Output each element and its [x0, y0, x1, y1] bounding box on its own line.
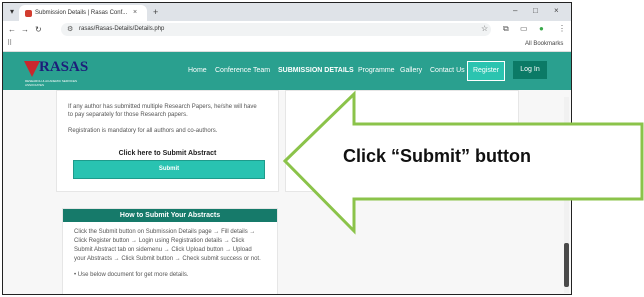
favicon-icon	[25, 10, 32, 17]
tab-title: Submission Details | Rasas Conf...	[35, 10, 127, 16]
registration-note: Registration is mandatory for all author…	[68, 128, 218, 134]
minimize-icon[interactable]: –	[513, 6, 517, 16]
close-window-icon[interactable]: ×	[554, 6, 559, 16]
callout-text: Click “Submit” button	[343, 146, 531, 166]
scrollbar-thumb[interactable]	[564, 243, 569, 287]
payment-note-line-1: If any author has submitted multiple Res…	[68, 104, 257, 110]
address-bar[interactable]: ⚙ rasas/Rasas-Details/Details.php	[61, 23, 491, 36]
all-bookmarks[interactable]: All Bookmarks	[525, 40, 563, 49]
document-note: • Use below document for get more detail…	[74, 272, 189, 278]
tab-list-icon[interactable]: ▾	[7, 7, 17, 17]
site-info-icon[interactable]: ⚙	[67, 25, 73, 34]
nav-gallery[interactable]: Gallery	[400, 66, 422, 76]
step-line-3: Submit Abstract tab on sidemenu → Click …	[74, 247, 252, 253]
scrollbar[interactable]	[564, 97, 569, 293]
forward-icon[interactable]: →	[21, 25, 29, 34]
tab-strip: ▾ Submission Details | Rasas Conf... × +…	[3, 3, 571, 21]
login-button[interactable]: Log In	[513, 61, 547, 79]
step-line-2: Click Register button → Login using Regi…	[74, 238, 245, 244]
nav-home[interactable]: Home	[188, 66, 207, 76]
nav-submission-details[interactable]: SUBMISSION DETAILS	[278, 66, 354, 76]
submit-button[interactable]: Submit	[73, 160, 265, 179]
bookmark-star-icon[interactable]: ☆	[481, 24, 488, 34]
step-line-4: your Abstracts → Click Submit button → C…	[74, 256, 261, 262]
payment-note-line-2: to pay separately for those Research pap…	[68, 112, 188, 118]
nav-contact-us[interactable]: Contact Us	[430, 66, 465, 76]
submit-abstract-heading: Click here to Submit Abstract	[118, 150, 217, 157]
side-card	[285, 90, 519, 192]
nav-programme[interactable]: Programme	[358, 66, 395, 76]
logo-text[interactable]: RASAS	[39, 59, 88, 75]
site-navbar: RASAS RESEARCH & ACADEMIC SERVICES ASSOC…	[3, 52, 571, 90]
menu-icon[interactable]: ⋮	[558, 24, 566, 34]
submission-card: If any author has submitted multiple Res…	[56, 90, 279, 192]
reload-icon[interactable]: ↻	[35, 25, 42, 34]
step-line-1: Click the Submit button on Submission De…	[74, 229, 256, 235]
tab-close-icon[interactable]: ×	[133, 8, 137, 18]
logo-subtitle: RESEARCH & ACADEMIC SERVICES ASSOCIATES	[25, 79, 77, 87]
maximize-icon[interactable]: □	[533, 6, 538, 16]
tab-active[interactable]: Submission Details | Rasas Conf... ×	[19, 5, 147, 21]
how-to-card: How to Submit Your Abstracts Click the S…	[62, 208, 278, 294]
how-to-title: How to Submit Your Abstracts	[63, 209, 277, 222]
new-tab-icon[interactable]: +	[153, 7, 158, 17]
profile-icon[interactable]: ●	[539, 24, 544, 34]
address-bar-row: ← → ↻ ⚙ rasas/Rasas-Details/Details.php …	[3, 21, 571, 38]
logo-icon	[24, 61, 40, 77]
register-button[interactable]: Register	[467, 61, 505, 81]
url-text[interactable]: rasas/Rasas-Details/Details.php	[79, 25, 164, 34]
page-content: If any author has submitted multiple Res…	[3, 90, 571, 294]
side-panel-icon[interactable]: ▭	[520, 24, 528, 34]
bookmarks-bar: ⠿ All Bookmarks	[3, 38, 571, 52]
nav-conference-team[interactable]: Conference Team	[215, 66, 270, 76]
back-icon[interactable]: ←	[8, 25, 16, 34]
extensions-icon[interactable]: ⧉	[503, 24, 509, 34]
apps-icon[interactable]: ⠿	[7, 39, 12, 49]
